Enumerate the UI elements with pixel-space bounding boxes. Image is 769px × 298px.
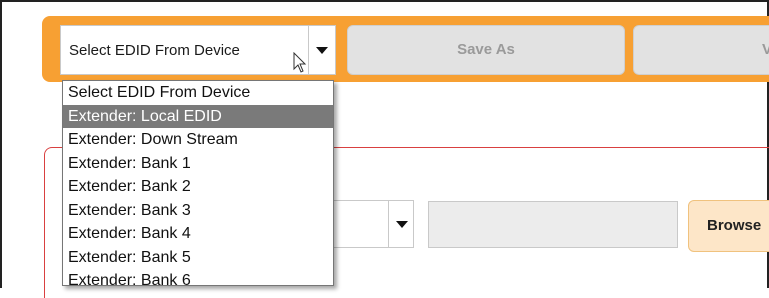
dropdown-option[interactable]: Extender: Bank 5 <box>63 246 333 270</box>
save-as-button[interactable]: Save As <box>347 25 625 75</box>
dropdown-option[interactable]: Extender: Bank 4 <box>63 222 333 246</box>
panel-select-dropdown-button[interactable] <box>388 200 415 248</box>
dropdown-option[interactable]: Extender: Bank 3 <box>63 199 333 223</box>
edid-source-select-value: Select EDID From Device <box>69 42 240 59</box>
view-button[interactable]: Vi <box>633 25 769 75</box>
select-dropdown-button[interactable] <box>308 26 335 74</box>
dropdown-option[interactable]: Extender: Bank 6 <box>63 269 333 285</box>
edid-source-dropdown-list[interactable]: Select EDID From Device Extender: Local … <box>62 80 334 286</box>
chevron-down-icon <box>396 221 408 228</box>
browse-button[interactable]: Browse <box>688 200 769 252</box>
dropdown-option[interactable]: Extender: Down Stream <box>63 128 333 152</box>
dropdown-option[interactable]: Extender: Bank 1 <box>63 152 333 176</box>
file-path-input[interactable] <box>428 201 678 248</box>
mouse-cursor-icon <box>293 52 307 73</box>
dropdown-option-selected[interactable]: Extender: Local EDID <box>63 104 333 128</box>
dropdown-option[interactable]: Extender: Bank 2 <box>63 175 333 199</box>
chevron-down-icon <box>316 47 328 54</box>
dropdown-option[interactable]: Select EDID From Device <box>63 81 333 105</box>
